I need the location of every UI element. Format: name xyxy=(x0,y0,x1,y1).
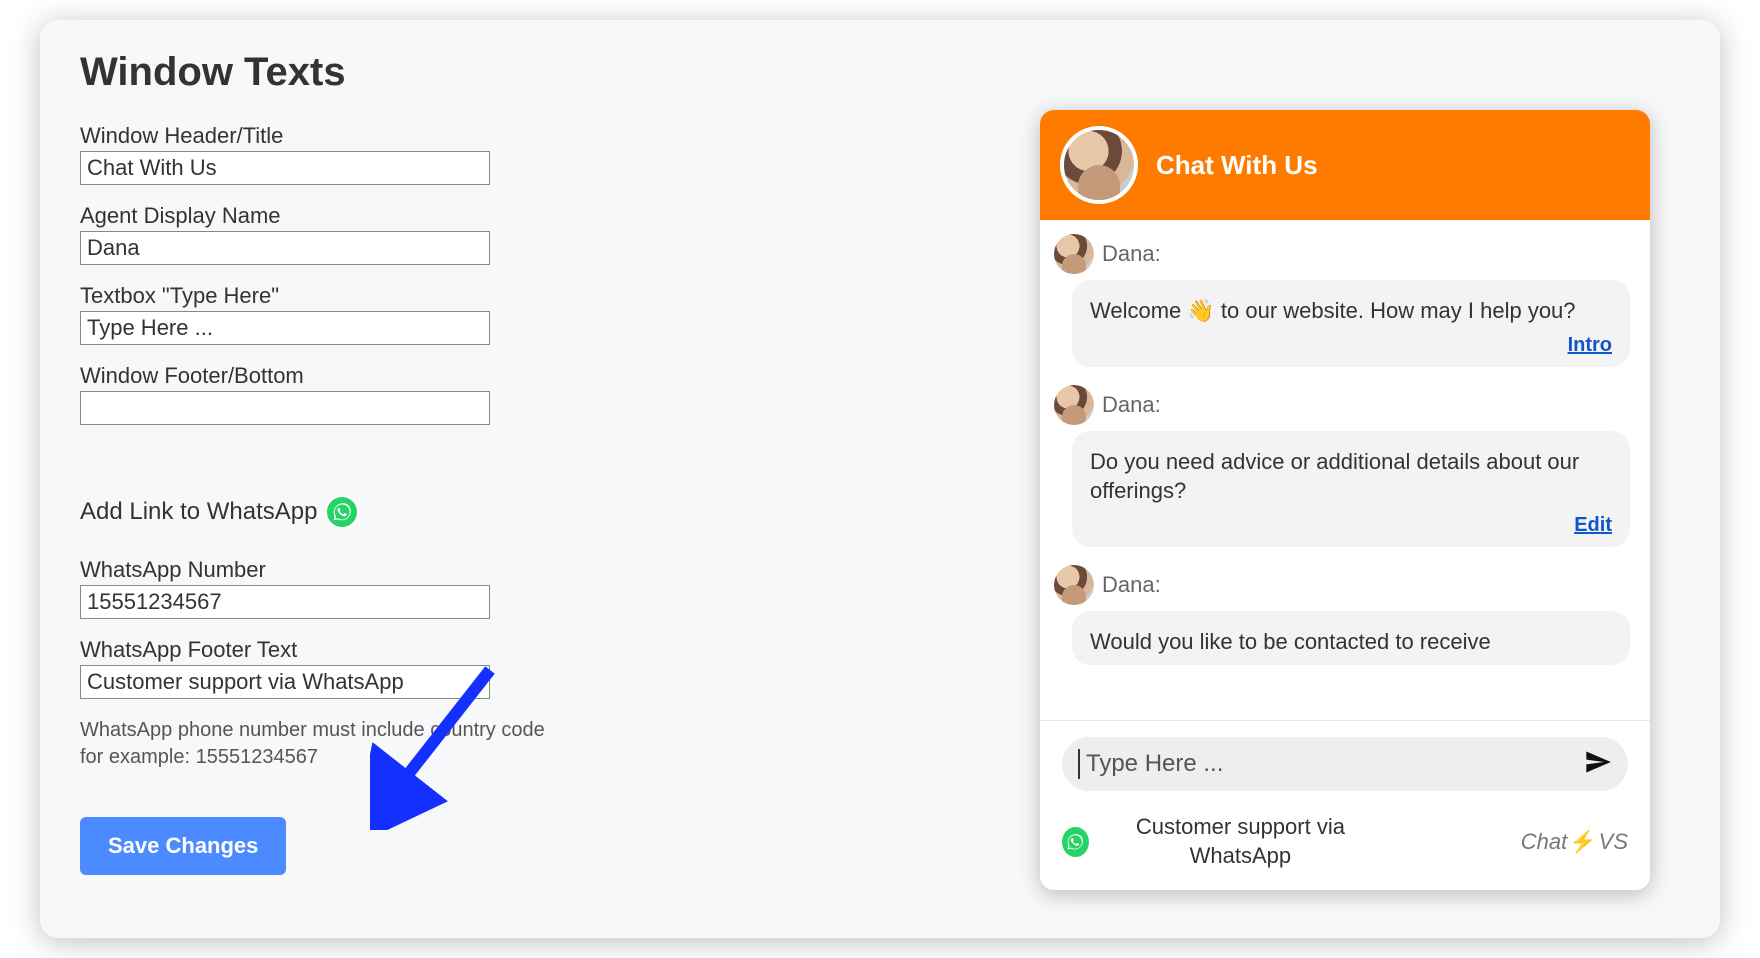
chat-widget: Chat With Us Dana: Welcome 👋 to our webs… xyxy=(1040,110,1650,890)
agent-avatar-small xyxy=(1054,234,1094,274)
whatsapp-heading: Add Link to WhatsApp xyxy=(80,495,600,529)
save-changes-button[interactable]: Save Changes xyxy=(80,817,286,875)
whatsapp-footer-text-input[interactable] xyxy=(80,665,490,699)
type-here-label: Textbox "Type Here" xyxy=(80,283,600,309)
window-header-label: Window Header/Title xyxy=(80,123,600,149)
send-icon[interactable] xyxy=(1584,748,1612,781)
message-action-link[interactable]: Intro xyxy=(1090,332,1612,359)
agent-name-input[interactable] xyxy=(80,231,490,265)
whatsapp-number-input[interactable] xyxy=(80,585,490,619)
chat-message: Dana: Do you need advice or additional d… xyxy=(1054,385,1630,547)
form-column: Window Texts Window Header/Title Agent D… xyxy=(80,40,600,918)
chat-header: Chat With Us xyxy=(1040,110,1650,220)
message-action-link[interactable]: Edit xyxy=(1090,512,1612,539)
field-window-footer: Window Footer/Bottom xyxy=(80,363,600,425)
brand-badge: Chat⚡VS xyxy=(1521,829,1628,855)
window-footer-label: Window Footer/Bottom xyxy=(80,363,600,389)
section-heading: Window Texts xyxy=(80,50,600,95)
text-cursor-icon xyxy=(1078,749,1080,779)
agent-name-label-msg: Dana: xyxy=(1102,241,1161,267)
agent-name-label-msg: Dana: xyxy=(1102,572,1161,598)
chat-header-title: Chat With Us xyxy=(1156,150,1318,181)
chat-message: Dana: Would you like to be contacted to … xyxy=(1054,565,1630,665)
field-agent-name: Agent Display Name xyxy=(80,203,600,265)
chat-input[interactable]: Type Here ... xyxy=(1062,737,1628,791)
whatsapp-heading-text: Add Link to WhatsApp xyxy=(80,498,317,526)
window-footer-input[interactable] xyxy=(80,391,490,425)
whatsapp-hint: WhatsApp phone number must include count… xyxy=(80,717,600,771)
whatsapp-footer-text-label: WhatsApp Footer Text xyxy=(80,637,600,663)
message-bubble: Would you like to be contacted to receiv… xyxy=(1072,611,1630,665)
field-whatsapp-number: WhatsApp Number xyxy=(80,557,600,619)
whatsapp-number-label: WhatsApp Number xyxy=(80,557,600,583)
whatsapp-hint-line1: WhatsApp phone number must include count… xyxy=(80,719,545,741)
brand-suffix: VS xyxy=(1599,829,1628,855)
agent-avatar-small xyxy=(1054,385,1094,425)
message-sender: Dana: xyxy=(1054,234,1630,274)
type-here-input[interactable] xyxy=(80,311,490,345)
field-type-here: Textbox "Type Here" xyxy=(80,283,600,345)
whatsapp-section: Add Link to WhatsApp WhatsApp Number Wha… xyxy=(80,495,600,771)
field-whatsapp-footer-text: WhatsApp Footer Text xyxy=(80,637,600,699)
agent-name-label: Agent Display Name xyxy=(80,203,600,229)
whatsapp-footer-link[interactable]: Customer support via WhatsApp xyxy=(1062,813,1382,870)
message-text: Do you need advice or additional details… xyxy=(1090,449,1579,504)
whatsapp-footer-text: Customer support via WhatsApp xyxy=(1099,813,1382,870)
chat-input-placeholder: Type Here ... xyxy=(1086,750,1578,778)
settings-panel: Window Texts Window Header/Title Agent D… xyxy=(40,20,1720,938)
chat-message: Dana: Welcome 👋 to our website. How may … xyxy=(1054,234,1630,367)
agent-avatar-large xyxy=(1060,126,1138,204)
window-header-input[interactable] xyxy=(80,151,490,185)
brand-prefix: Chat xyxy=(1521,829,1567,855)
agent-avatar-small xyxy=(1054,565,1094,605)
preview-column: Chat With Us Dana: Welcome 👋 to our webs… xyxy=(660,40,1680,918)
chat-footer: Customer support via WhatsApp Chat⚡VS xyxy=(1040,801,1650,890)
message-text: Welcome 👋 to our website. How may I help… xyxy=(1090,298,1576,323)
field-window-header: Window Header/Title xyxy=(80,123,600,185)
message-text: Would you like to be contacted to receiv… xyxy=(1090,629,1491,654)
whatsapp-hint-line2: for example: 15551234567 xyxy=(80,746,318,768)
agent-name-label-msg: Dana: xyxy=(1102,392,1161,418)
whatsapp-icon xyxy=(325,495,359,529)
message-bubble: Do you need advice or additional details… xyxy=(1072,431,1630,547)
message-sender: Dana: xyxy=(1054,565,1630,605)
message-bubble: Welcome 👋 to our website. How may I help… xyxy=(1072,280,1630,367)
chat-body[interactable]: Dana: Welcome 👋 to our website. How may … xyxy=(1040,220,1650,720)
bolt-icon: ⚡ xyxy=(1569,829,1596,855)
whatsapp-icon xyxy=(1062,827,1089,857)
message-sender: Dana: xyxy=(1054,385,1630,425)
chat-input-row: Type Here ... xyxy=(1040,720,1650,801)
